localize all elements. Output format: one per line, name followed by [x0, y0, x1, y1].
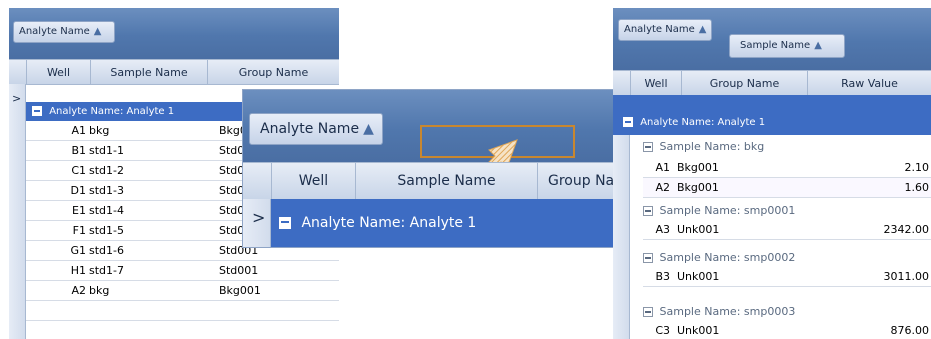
cell-group: Bkg001 [677, 161, 719, 174]
group-chip-label: Analyte Name [19, 26, 90, 37]
column-header-sample-name[interactable]: Sample Name [90, 60, 207, 84]
subgroup-label: Sample Name: smp0002 [659, 251, 796, 264]
group-chip-label: Sample Name [740, 40, 811, 51]
sort-asc-icon: ▲ [93, 26, 102, 37]
cell-well: A2 [71, 284, 86, 297]
zoom-group-row-analyte[interactable]: Analyte Name: Analyte 1 [271, 199, 628, 247]
cell-well: F1 [72, 224, 86, 237]
cell-well: D1 [70, 184, 86, 197]
column-header-well[interactable]: Well [26, 60, 90, 84]
group-chip-sample-name[interactable]: Sample Name ▲ [729, 34, 845, 58]
group-panel: Analyte Name ▲ [9, 8, 339, 59]
table-row-partial [26, 301, 339, 321]
collapse-icon[interactable] [643, 253, 653, 263]
collapse-icon[interactable] [279, 217, 291, 229]
table-row[interactable]: A1 Bkg001 2.10 [643, 158, 931, 178]
cell-well: A1 [71, 124, 86, 137]
table-row[interactable]: C3 Unk001 876.00 [643, 321, 931, 339]
zoom-callout-panel: Analyte Name ▲ Well Sample Name Group Na … [243, 90, 628, 247]
cell-group: Std0 [219, 144, 245, 157]
zoom-group-panel: Analyte Name ▲ [243, 90, 628, 190]
cell-value: 1.60 [904, 181, 930, 194]
column-header-raw-value[interactable]: Raw Value [807, 71, 931, 95]
column-header-well[interactable]: Well [630, 71, 681, 95]
column-header-well[interactable]: Well [271, 163, 355, 199]
sort-asc-icon: ▲ [363, 121, 374, 137]
table-row[interactable]: A2 bkg Bkg001 [26, 281, 339, 301]
cell-sample: std1-4 [89, 204, 124, 217]
cell-well: A3 [655, 223, 670, 236]
cell-value: 876.00 [890, 324, 930, 337]
cell-sample: std1-6 [89, 244, 124, 257]
cell-group: Std001 [219, 264, 259, 277]
table-row[interactable]: H1 std1-7 Std001 [26, 261, 339, 281]
cell-well: E1 [72, 204, 86, 217]
cell-sample: bkg [89, 124, 110, 137]
group-chip-label: Analyte Name [260, 121, 360, 137]
cell-sample: std1-1 [89, 144, 124, 157]
cell-well: A2 [655, 181, 670, 194]
subgroup-row[interactable]: Sample Name: smp0002 [643, 247, 795, 269]
cell-value: 2342.00 [883, 223, 930, 236]
cell-sample: std1-2 [89, 164, 124, 177]
group-row-label: Analyte Name: Analyte 1 [301, 215, 477, 231]
collapse-icon[interactable] [643, 307, 653, 317]
zoom-group-chip-analyte-name[interactable]: Analyte Name ▲ [249, 113, 383, 145]
cell-group: Unk001 [677, 270, 720, 283]
cell-group: Unk001 [677, 223, 720, 236]
group-row-analyte[interactable]: Analyte Name: Analyte 1 [613, 95, 931, 135]
column-header-row: Well Group Name Raw Value [613, 70, 931, 96]
collapse-icon[interactable] [32, 106, 42, 116]
cell-well: A1 [655, 161, 670, 174]
group-chip-label: Analyte Name [624, 24, 695, 35]
table-row[interactable]: A3 Unk001 2342.00 [643, 220, 931, 240]
column-header-sample-name[interactable]: Sample Name [355, 163, 537, 199]
table-row[interactable]: A2 Bkg001 1.60 [643, 178, 931, 198]
cell-group: Std0 [219, 184, 245, 197]
cell-well: B1 [71, 144, 86, 157]
cell-sample: std1-3 [89, 184, 124, 197]
collapse-icon[interactable] [643, 142, 653, 152]
subgroup-row[interactable]: Sample Name: smp0001 [643, 200, 795, 222]
table-row[interactable]: B3 Unk001 3011.00 [643, 267, 931, 287]
cell-value: 2.10 [904, 161, 930, 174]
group-row-label: Analyte Name: Analyte 1 [49, 106, 175, 117]
cell-value: 3011.00 [883, 270, 930, 283]
group-row-label: Analyte Name: Analyte 1 [640, 117, 766, 128]
sort-asc-icon: ▲ [698, 24, 707, 35]
cell-well: C3 [655, 324, 670, 337]
row-pointer-icon: > [252, 208, 266, 227]
cell-group: Std0 [219, 204, 245, 217]
subgroup-label: Sample Name: bkg [659, 140, 765, 153]
row-indicator-column [9, 84, 26, 339]
cell-group: Bkg001 [219, 284, 261, 297]
sort-asc-icon: ▲ [814, 40, 822, 51]
group-panel: Analyte Name ▲ Sample Name ▲ [613, 8, 931, 70]
cell-well: B3 [655, 270, 670, 283]
cell-well: G1 [70, 244, 86, 257]
subgroup-label: Sample Name: smp0003 [659, 305, 796, 318]
group-chip-analyte-name[interactable]: Analyte Name ▲ [13, 21, 115, 43]
cell-group: Unk001 [677, 324, 720, 337]
row-pointer-icon: > [12, 92, 22, 105]
column-header-row: Well Sample Name Group Name [9, 59, 339, 85]
subgroup-label: Sample Name: smp0001 [659, 204, 796, 217]
subgroup-row[interactable]: Sample Name: smp0003 [643, 301, 795, 323]
cell-well: C1 [71, 164, 86, 177]
column-header-group-name[interactable]: Group Name [681, 71, 807, 95]
cell-well: H1 [70, 264, 86, 277]
cell-group: Bkg001 [677, 181, 719, 194]
collapse-icon[interactable] [643, 206, 653, 216]
cell-sample: std1-5 [89, 224, 124, 237]
cell-sample: std1-7 [89, 264, 124, 277]
subgroup-row[interactable]: Sample Name: bkg [643, 136, 764, 158]
zoom-column-header-row: Well Sample Name Group Na [243, 162, 628, 200]
column-header-group-name[interactable]: Group Name [207, 60, 339, 84]
cell-group: Std0 [219, 164, 245, 177]
group-chip-analyte-name[interactable]: Analyte Name ▲ [618, 19, 712, 41]
collapse-icon[interactable] [623, 117, 633, 127]
right-grid-panel: Analyte Name ▲ Sample Name ▲ Well Group Na… [613, 8, 931, 339]
cell-sample: bkg [89, 284, 110, 297]
